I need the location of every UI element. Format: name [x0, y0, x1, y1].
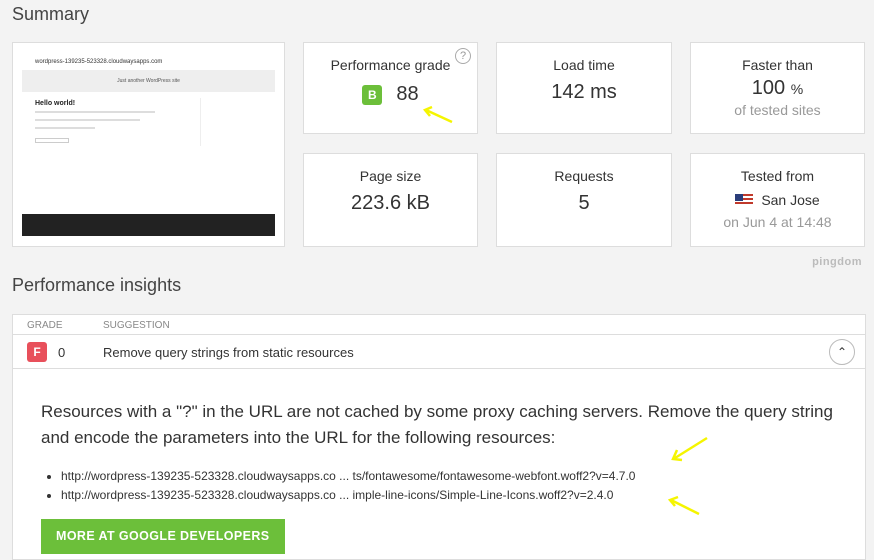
load-time-label: Load time	[553, 57, 615, 73]
table-row[interactable]: F 0 Remove query strings from static res…	[13, 335, 865, 369]
annotation-arrow-icon	[667, 495, 700, 516]
tested-from-date: on Jun 4 at 14:48	[723, 214, 832, 230]
thumbnail-text-line	[35, 111, 155, 113]
grade-badge: B	[362, 84, 383, 105]
detail-description: Resources with a "?" in the URL are not …	[41, 402, 833, 447]
thumbnail-text-line	[35, 127, 95, 129]
load-time-value: 142 ms	[551, 81, 617, 103]
performance-grade-value: 88	[396, 83, 419, 105]
tested-from-card: Tested from San Jose on Jun 4 at 14:48	[690, 153, 865, 247]
insights-table: GRADE SUGGESTION F 0 Remove query string…	[12, 314, 866, 560]
table-header: GRADE SUGGESTION	[13, 315, 865, 335]
thumbnail-tagline: Just another WordPress site	[22, 70, 275, 92]
faster-than-label: Faster than	[742, 57, 813, 73]
faster-than-unit: %	[790, 81, 804, 97]
performance-grade-label: Performance grade	[330, 57, 451, 73]
help-icon[interactable]: ?	[455, 48, 471, 64]
thumbnail-divider	[200, 98, 201, 146]
thumbnail-footer	[22, 214, 275, 236]
collapse-chevron-up-icon[interactable]: ⌃	[829, 339, 855, 365]
faster-than-subtext: of tested sites	[734, 102, 821, 118]
resource-item: http://wordpress-139235-523328.cloudways…	[61, 486, 865, 505]
faster-than-card: Faster than 100 % of tested sites	[690, 42, 865, 134]
annotation-arrow-icon	[422, 105, 453, 124]
annotation-arrow-icon	[671, 436, 708, 462]
tested-from-location: San Jose	[761, 192, 820, 208]
more-at-google-developers-button[interactable]: MORE AT GOOGLE DEVELOPERS	[41, 519, 285, 554]
requests-label: Requests	[554, 168, 614, 184]
resource-item: http://wordpress-139235-523328.cloudways…	[61, 467, 865, 486]
thumbnail-text-line	[35, 119, 140, 121]
performance-insights-title: Performance insights	[12, 275, 182, 295]
requests-value: 5	[578, 192, 590, 214]
thumbnail-button	[35, 138, 69, 143]
page-screenshot-thumbnail[interactable]: wordpress-139235-523328.cloudwaysapps.co…	[12, 42, 285, 247]
faster-than-value: 100	[751, 77, 786, 99]
column-header-suggestion: SUGGESTION	[103, 320, 170, 331]
thumbnail-site-url: wordpress-139235-523328.cloudwaysapps.co…	[35, 59, 163, 65]
load-time-card: Load time 142 ms	[496, 42, 672, 134]
thumbnail-image: wordpress-139235-523328.cloudwaysapps.co…	[22, 53, 275, 236]
tested-from-label: Tested from	[740, 168, 815, 184]
page-size-label: Page size	[359, 168, 422, 184]
row-detail: Resources with a "?" in the URL are not …	[13, 369, 865, 554]
us-flag-icon	[735, 194, 754, 206]
summary-title: Summary	[12, 4, 90, 24]
page-size-value: 223.6 kB	[351, 192, 430, 214]
thumbnail-post-title: Hello world!	[35, 100, 76, 107]
resource-list: http://wordpress-139235-523328.cloudways…	[61, 467, 865, 505]
grade-badge-f: F	[27, 342, 47, 362]
row-score: 0	[58, 345, 66, 360]
column-header-grade: GRADE	[27, 320, 63, 331]
pingdom-logo: pingdom	[812, 256, 862, 268]
page-size-card: Page size 223.6 kB	[303, 153, 478, 247]
row-suggestion: Remove query strings from static resourc…	[103, 345, 354, 360]
requests-card: Requests 5	[496, 153, 672, 247]
